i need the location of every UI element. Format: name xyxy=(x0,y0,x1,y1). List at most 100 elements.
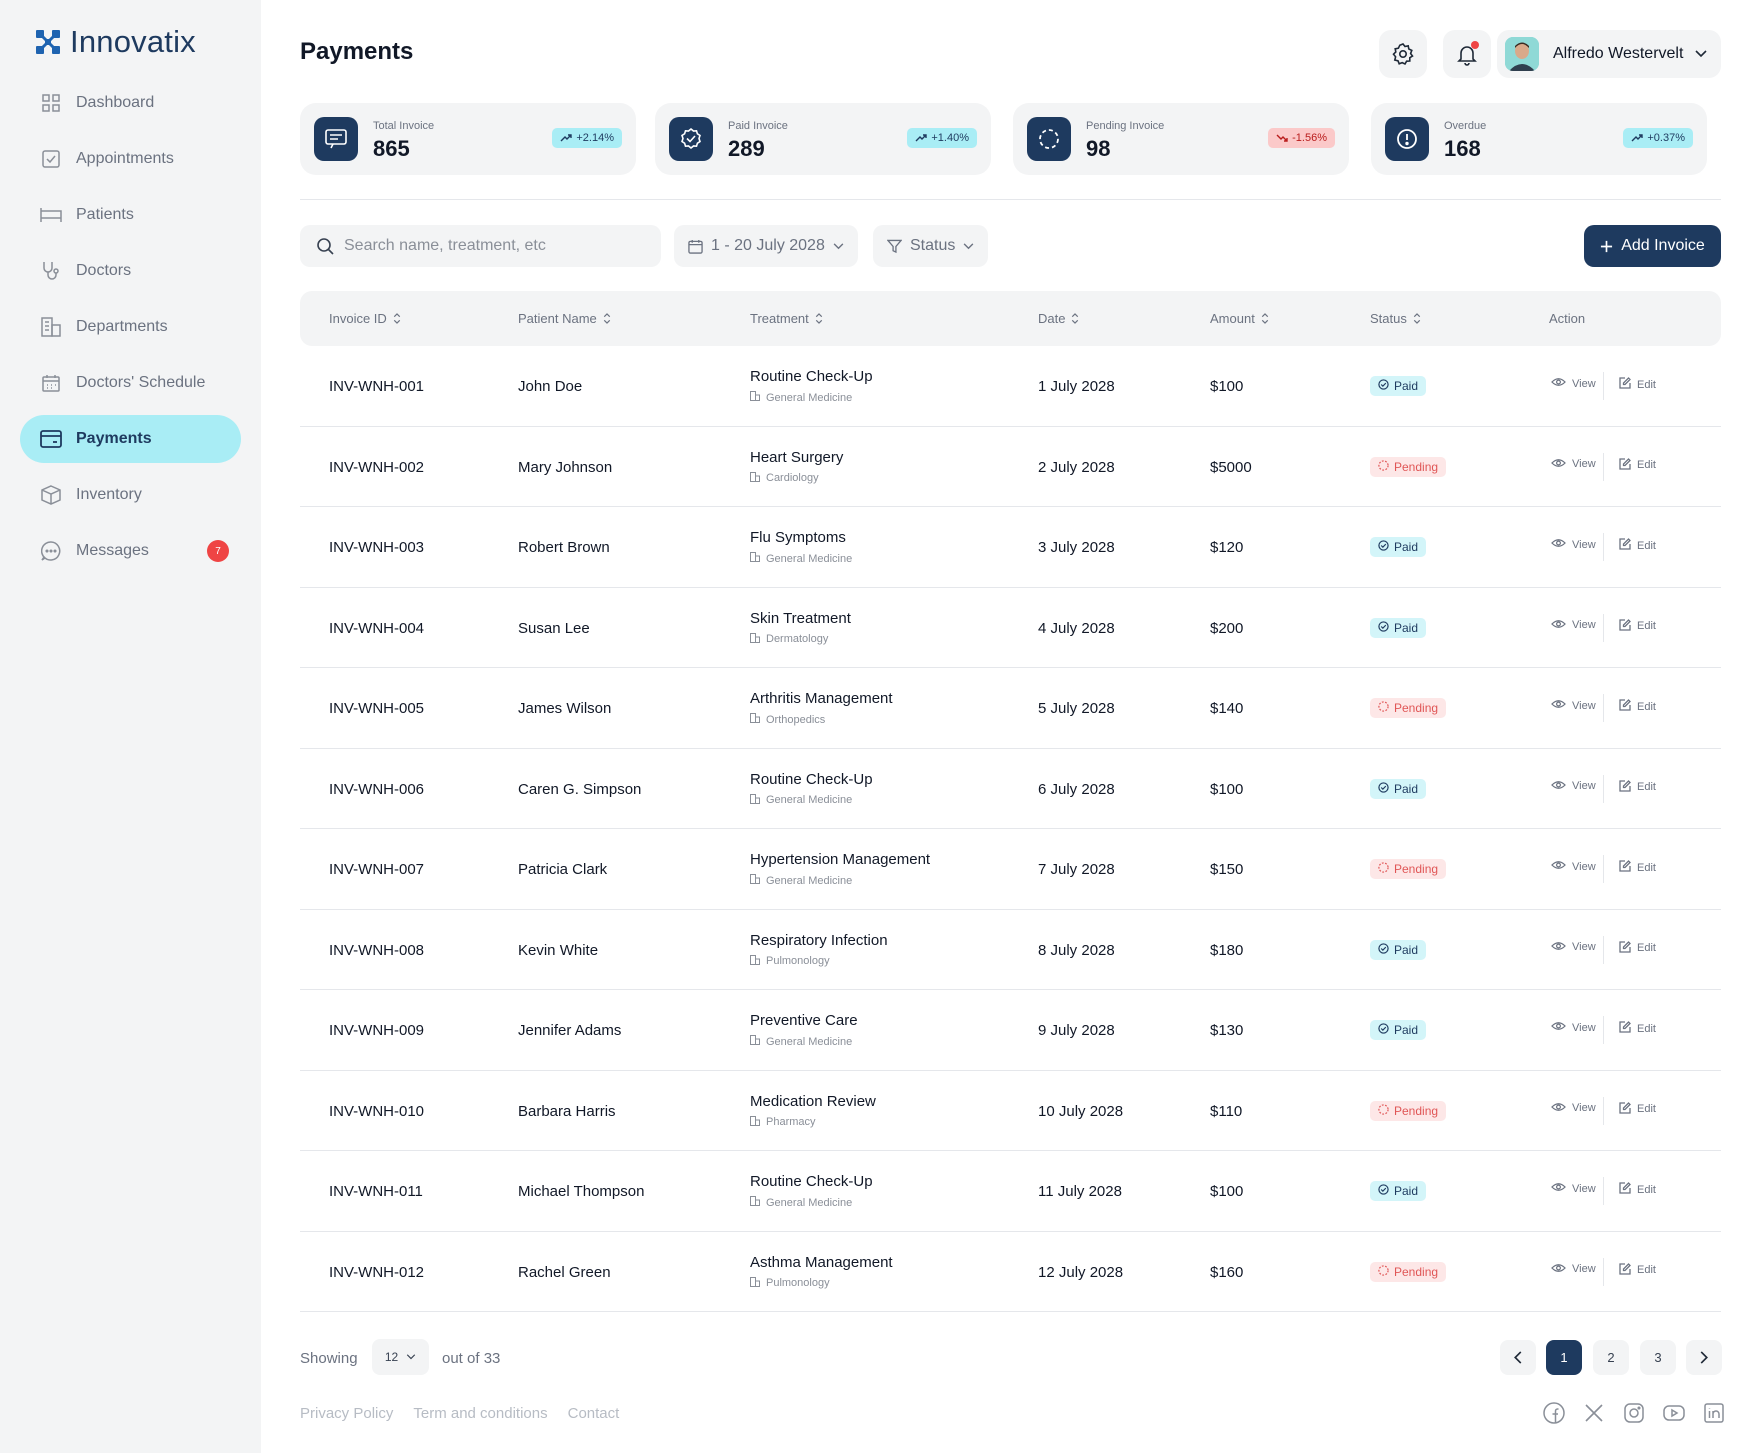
sidebar-item-doctors[interactable]: Doctors xyxy=(20,247,241,295)
edit-button[interactable]: Edit xyxy=(1619,779,1656,795)
status-label: Pending xyxy=(1394,1264,1439,1279)
patient-name-cell: Kevin White xyxy=(518,941,599,959)
sidebar-item-departments[interactable]: Departments xyxy=(20,303,241,351)
privacy-policy-link[interactable]: Privacy Policy xyxy=(300,1405,393,1422)
page-button-2[interactable]: 2 xyxy=(1593,1340,1629,1375)
status-filter[interactable]: Status xyxy=(873,225,989,267)
edit-button[interactable]: Edit xyxy=(1619,618,1656,634)
x-twitter-icon[interactable] xyxy=(1582,1401,1606,1425)
view-button[interactable]: View xyxy=(1551,699,1596,712)
trend-up-icon xyxy=(915,134,928,142)
column-header-date[interactable]: Date xyxy=(1038,311,1079,326)
status-badge: Paid xyxy=(1370,376,1427,396)
view-button[interactable]: View xyxy=(1551,1182,1596,1195)
column-header-amount[interactable]: Amount xyxy=(1210,311,1269,326)
view-button[interactable]: View xyxy=(1551,941,1596,954)
gear-icon xyxy=(1392,43,1414,66)
edit-button[interactable]: Edit xyxy=(1619,457,1656,473)
trend-down-icon xyxy=(1276,134,1288,142)
sidebar-item-payments[interactable]: Payments xyxy=(20,415,241,463)
search-box[interactable] xyxy=(300,225,661,267)
table-body: INV-WNH-001 John Doe Routine Check-Up Ge… xyxy=(300,346,1721,1312)
footer-links: Privacy Policy Term and conditions Conta… xyxy=(300,1405,619,1422)
treatment-name: Respiratory Infection xyxy=(750,931,888,949)
search-input[interactable] xyxy=(344,237,644,255)
view-button[interactable]: View xyxy=(1551,377,1596,390)
next-page-button[interactable] xyxy=(1686,1340,1722,1375)
edit-button[interactable]: Edit xyxy=(1619,1021,1656,1036)
building-icon xyxy=(750,632,760,646)
edit-button[interactable]: Edit xyxy=(1619,1262,1656,1278)
view-button[interactable]: View xyxy=(1551,780,1596,793)
sidebar-item-inventory[interactable]: Inventory xyxy=(20,471,241,519)
view-button[interactable]: View xyxy=(1551,1021,1596,1034)
patient-name-cell: Michael Thompson xyxy=(518,1183,645,1200)
status-badge: Pending xyxy=(1370,859,1447,879)
view-button[interactable]: View xyxy=(1551,1102,1596,1115)
prev-page-button[interactable] xyxy=(1500,1340,1536,1375)
stat-change-value: +0.37% xyxy=(1647,132,1685,144)
view-button[interactable]: View xyxy=(1551,538,1596,551)
edit-icon xyxy=(1619,457,1631,473)
status-label: Paid xyxy=(1394,379,1419,393)
column-header-patient-name[interactable]: Patient Name xyxy=(518,311,611,326)
column-header-status[interactable]: Status xyxy=(1370,311,1421,326)
view-button[interactable]: View xyxy=(1551,860,1596,873)
patient-name-cell: Barbara Harris xyxy=(518,1102,616,1120)
sort-icon xyxy=(603,313,610,324)
page-button-3[interactable]: 3 xyxy=(1640,1340,1676,1375)
sort-icon xyxy=(1413,313,1421,324)
edit-button[interactable]: Edit xyxy=(1619,1101,1656,1117)
sidebar-item-dashboard[interactable]: Dashboard xyxy=(20,79,241,127)
edit-icon xyxy=(1619,940,1631,956)
building-icon xyxy=(750,1196,760,1209)
department-label: Dermatology xyxy=(766,633,829,645)
notifications-button[interactable] xyxy=(1443,30,1491,78)
terms-link[interactable]: Term and conditions xyxy=(413,1405,547,1422)
column-header-invoice-id[interactable]: Invoice ID xyxy=(329,311,401,326)
sidebar-item-messages[interactable]: Messages 7 xyxy=(20,527,241,575)
view-button[interactable]: View xyxy=(1551,1263,1596,1276)
sidebar-item-appointments[interactable]: Appointments xyxy=(20,135,241,183)
youtube-icon[interactable] xyxy=(1662,1401,1686,1425)
sidebar-item-doctors-schedule[interactable]: Doctors' Schedule xyxy=(20,359,241,407)
instagram-icon[interactable] xyxy=(1622,1401,1646,1425)
facebook-icon[interactable] xyxy=(1542,1401,1566,1425)
status-label: Paid xyxy=(1394,540,1419,554)
add-invoice-button[interactable]: Add Invoice xyxy=(1584,225,1721,267)
amount-cell: $110 xyxy=(1210,1102,1243,1120)
view-button[interactable]: View xyxy=(1551,619,1596,632)
action-divider xyxy=(1603,774,1604,803)
edit-button[interactable]: Edit xyxy=(1619,699,1656,714)
treatment-department: General Medicine xyxy=(750,391,852,404)
stat-value: 289 xyxy=(728,136,765,161)
stat-change-value: -1.56% xyxy=(1292,132,1327,144)
building-icon xyxy=(750,1115,760,1129)
edit-label: Edit xyxy=(1637,861,1656,874)
edit-button[interactable]: Edit xyxy=(1619,860,1656,875)
logo[interactable]: Innovatix xyxy=(34,24,196,60)
edit-icon xyxy=(1619,699,1631,714)
column-header-treatment[interactable]: Treatment xyxy=(750,311,823,326)
edit-button[interactable]: Edit xyxy=(1619,377,1656,392)
status-label: Pending xyxy=(1394,862,1439,876)
edit-icon xyxy=(1619,1021,1631,1036)
view-button[interactable]: View xyxy=(1551,458,1596,471)
linkedin-icon[interactable] xyxy=(1702,1401,1726,1425)
chevron-right-icon xyxy=(1700,1351,1708,1364)
invoice-id-cell: INV-WNH-012 xyxy=(329,1263,425,1281)
stat-change-badge: +0.37% xyxy=(1623,128,1693,148)
status-label: Paid xyxy=(1394,1184,1419,1198)
sidebar-item-patients[interactable]: Patients xyxy=(20,191,241,239)
column-header-action: Action xyxy=(1549,311,1585,326)
rows-per-page-select[interactable]: 12 xyxy=(372,1339,429,1375)
date-range-picker[interactable]: 1 - 20 July 2028 xyxy=(674,225,858,267)
stethoscope-icon xyxy=(40,260,62,282)
user-menu[interactable]: Alfredo Westervelt xyxy=(1497,30,1721,78)
edit-button[interactable]: Edit xyxy=(1619,1182,1656,1197)
contact-link[interactable]: Contact xyxy=(568,1405,620,1422)
settings-button[interactable] xyxy=(1379,30,1427,78)
edit-button[interactable]: Edit xyxy=(1619,538,1656,553)
page-button-1[interactable]: 1 xyxy=(1546,1340,1582,1375)
edit-button[interactable]: Edit xyxy=(1619,940,1656,956)
